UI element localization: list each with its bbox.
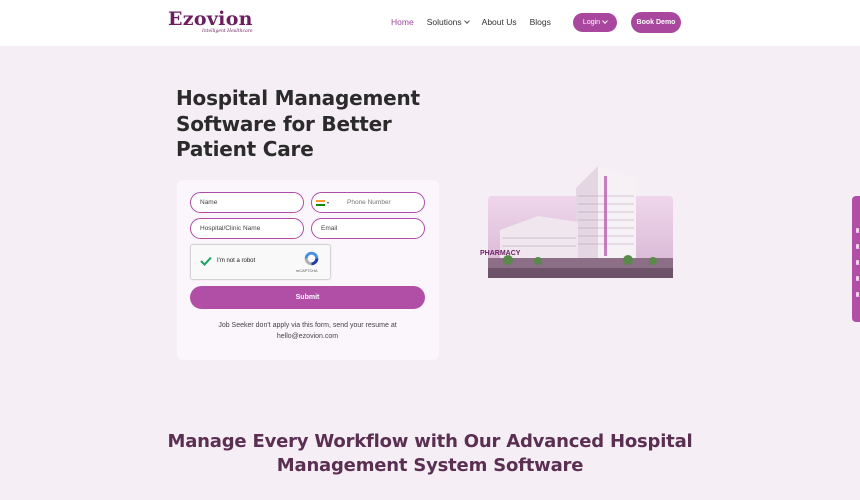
nav-about-label: About Us	[481, 17, 517, 27]
name-input[interactable]: Name	[190, 192, 304, 213]
phone-input[interactable]: Phone Number	[311, 192, 425, 213]
recaptcha-logo-icon	[304, 251, 319, 266]
site-header: Ezovion Intelligent Healthcare Home Solu…	[0, 0, 860, 46]
email-input[interactable]: Email	[311, 218, 425, 239]
logo[interactable]: Ezovion Intelligent Healthcare	[168, 9, 253, 34]
nav-solutions[interactable]: Solutions	[426, 17, 470, 27]
recaptcha-widget[interactable]: I'm not a robot reCAPTCHA	[190, 244, 331, 280]
checkmark-icon[interactable]	[200, 256, 212, 266]
book-demo-button[interactable]: Book Demo	[631, 12, 681, 33]
hero-title: Hospital Management Software for Better …	[176, 86, 420, 161]
email-placeholder: Email	[321, 225, 338, 232]
captcha-label: I'm not a robot	[217, 258, 256, 264]
tab-glyph	[856, 244, 859, 249]
side-feedback-tab[interactable]	[852, 196, 860, 322]
hospital-placeholder: Hospital/Clinic Name	[200, 225, 261, 232]
main-nav: Home Solutions About Us Blogs	[391, 17, 564, 27]
nav-blogs-label: Blogs	[529, 17, 551, 27]
logo-tagline: Intelligent Healthcare	[202, 29, 253, 34]
nav-home-label: Home	[391, 17, 414, 27]
pharmacy-sign: PHARMACY	[480, 250, 521, 257]
hospital-building-image: PHARMACY	[480, 166, 673, 278]
logo-text: Ezovion	[168, 8, 253, 30]
tab-glyph	[856, 276, 859, 281]
contact-form: Name Phone Number Hospital/Clinic Name E…	[177, 180, 439, 360]
tab-glyph	[856, 228, 859, 233]
chevron-down-icon	[602, 18, 608, 24]
nav-about-us[interactable]: About Us	[482, 17, 517, 27]
login-button[interactable]: Login	[573, 13, 617, 32]
nav-solutions-label: Solutions	[426, 17, 462, 27]
captcha-brand: reCAPTCHA	[296, 269, 318, 273]
login-label: Login	[582, 19, 601, 26]
chevron-down-icon	[463, 17, 470, 24]
caret-down-icon	[327, 201, 329, 204]
hospital-name-input[interactable]: Hospital/Clinic Name	[190, 218, 304, 239]
submit-label: Submit	[295, 294, 320, 301]
phone-placeholder: Phone Number	[347, 199, 391, 206]
tab-glyph	[856, 292, 859, 297]
job-seeker-note: Job Seeker don't apply via this form, se…	[218, 322, 397, 340]
section-title: Manage Every Workflow with Our Advanced …	[167, 431, 693, 476]
nav-home[interactable]: Home	[391, 17, 414, 27]
book-demo-label: Book Demo	[636, 19, 676, 26]
tab-glyph	[856, 260, 859, 265]
submit-button[interactable]: Submit	[190, 286, 425, 309]
nav-blogs[interactable]: Blogs	[530, 17, 551, 27]
name-placeholder: Name	[200, 199, 218, 206]
india-flag-icon[interactable]	[316, 199, 325, 206]
